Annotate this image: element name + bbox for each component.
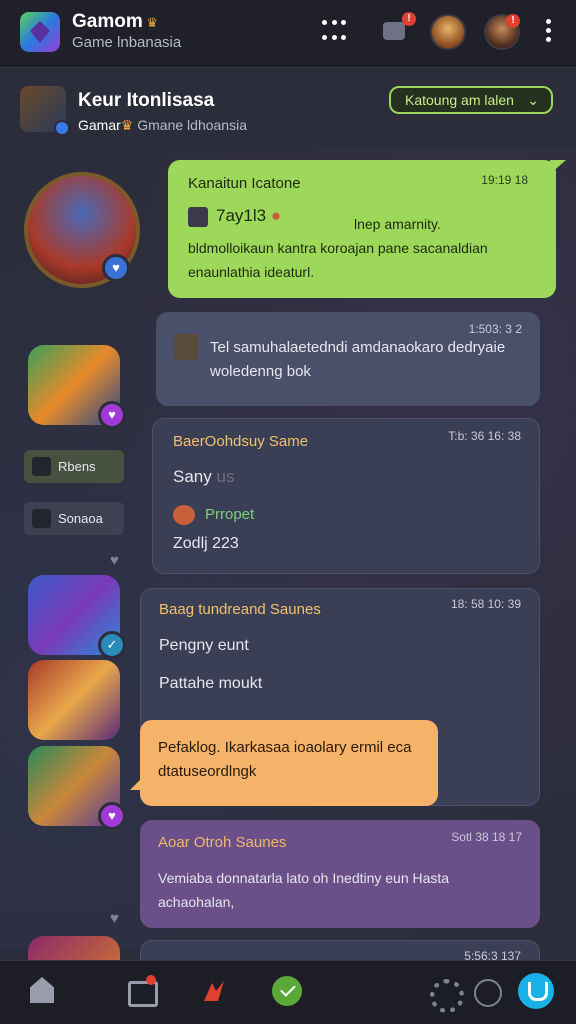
message-tag: lnep amarnity. <box>354 216 441 232</box>
shield-icon[interactable] <box>518 973 554 1009</box>
heart-badge-icon: ♥ <box>102 254 130 282</box>
message-text: Tel samuhalaetedndi amdanaokaro dedryaie… <box>210 339 506 380</box>
message-line: Sany us <box>173 467 235 486</box>
crown-icon: ♛ <box>120 117 134 133</box>
message-time: Sotl 38 18 17 <box>451 830 522 844</box>
app-name: Gamom ♛ <box>72 11 159 32</box>
user-avatar[interactable] <box>430 14 466 50</box>
sidebar-chip-sonaoa[interactable]: Sonaoa <box>24 502 124 535</box>
hero-avatar[interactable]: ♥ <box>24 172 140 288</box>
message-line: Zodlj 223 <box>173 535 239 552</box>
message-sender: Kanaitun Icatone <box>188 175 301 192</box>
message-bubble[interactable]: Kanaitun Icatone 19:19 18 7ay1l3 ● lnep … <box>168 160 566 298</box>
item-icon <box>173 505 195 525</box>
player-avatar[interactable]: ♥ <box>28 345 126 429</box>
message-time: T:b: 36 16: 38 <box>448 429 521 443</box>
message-time: 18: 58 10: 39 <box>450 597 521 611</box>
player-avatar[interactable] <box>28 660 120 740</box>
message-line: Pattahe moukt <box>159 675 263 692</box>
message-handle: 7ay1l3 ● <box>188 206 281 227</box>
player-icon <box>174 334 198 360</box>
heart-badge-icon: ♥ <box>98 401 126 429</box>
top-app-bar: Gamom ♛ Game lnbanasia ! ! <box>0 0 576 66</box>
join-dropdown-button[interactable]: Katoung am lalen ⌄ <box>389 86 553 114</box>
message-bubble[interactable]: Pefaklog. Ikarkasaa ioaolary ermil eca d… <box>130 720 438 806</box>
channel-avatar[interactable] <box>20 86 70 136</box>
message-bubble[interactable]: Aoar Otroh Saunes Sotl 38 18 17 Vemiaba … <box>140 820 540 928</box>
message-bubble[interactable]: BaerOohdsuy Same T:b: 36 16: 38 Sany us … <box>152 418 540 574</box>
verified-icon <box>54 120 70 136</box>
heart-icon: ♥ <box>110 910 119 927</box>
compass-icon[interactable] <box>470 975 502 1007</box>
message-text: Vemiaba donnatarla lato oh Inedtiny eun … <box>158 870 450 910</box>
heart-icon: ♥ <box>110 552 119 569</box>
chat-icon[interactable]: ! <box>378 12 416 50</box>
player-icon <box>188 206 208 227</box>
message-line: Prropet <box>173 505 254 525</box>
channel-subtitle: Gamar♛ Gmane ldhoansia <box>78 117 247 133</box>
avatar-badge: ! <box>506 14 520 28</box>
more-vertical-icon[interactable] <box>541 19 555 47</box>
bottom-navigation <box>0 960 576 1024</box>
channel-name: Keur Itonlisasa <box>78 90 215 111</box>
notification-dot <box>146 975 156 985</box>
check-badge-icon: ✓ <box>98 631 126 659</box>
settings-icon[interactable] <box>426 975 464 1013</box>
home-icon[interactable] <box>26 975 58 1007</box>
message-sender: Aoar Otroh Saunes <box>158 834 287 851</box>
player-avatar[interactable]: ✓ <box>28 575 126 659</box>
message-line: Pengny eunt <box>159 637 249 654</box>
app-subtitle: Game lnbanasia <box>72 34 182 51</box>
flame-icon[interactable] <box>198 975 230 1007</box>
app-logo-icon[interactable] <box>20 12 60 52</box>
friend-avatar[interactable]: ! <box>484 14 520 50</box>
image-icon[interactable] <box>124 975 158 1007</box>
message-time: 19:19 18 <box>481 173 528 187</box>
chevron-down-icon: ⌄ <box>527 92 539 108</box>
grid-icon[interactable] <box>322 20 348 46</box>
message-sender: BaerOohdsuy Same <box>173 433 309 450</box>
message-text: Pefaklog. Ikarkasaa ioaolary ermil eca d… <box>158 739 412 780</box>
chat-badge: ! <box>402 12 416 26</box>
flame-icon: ● <box>270 206 282 225</box>
heart-badge-icon: ♥ <box>98 802 126 830</box>
message-text: bldmolloikaun kantra koroajan pane sacan… <box>188 240 488 280</box>
player-icon <box>32 509 51 528</box>
sidebar-chip-rbens[interactable]: Rbens <box>24 450 124 483</box>
player-icon <box>32 457 51 476</box>
message-sender: Baag tundreand Saunes <box>159 601 321 618</box>
check-icon[interactable] <box>272 976 302 1006</box>
message-bubble[interactable]: 1:503: 3 2 Tel samuhalaetedndi amdanaoka… <box>156 312 540 406</box>
player-avatar[interactable]: ♥ <box>28 746 126 830</box>
crown-icon: ♛ <box>142 15 159 30</box>
message-time: 1:503: 3 2 <box>468 322 522 336</box>
